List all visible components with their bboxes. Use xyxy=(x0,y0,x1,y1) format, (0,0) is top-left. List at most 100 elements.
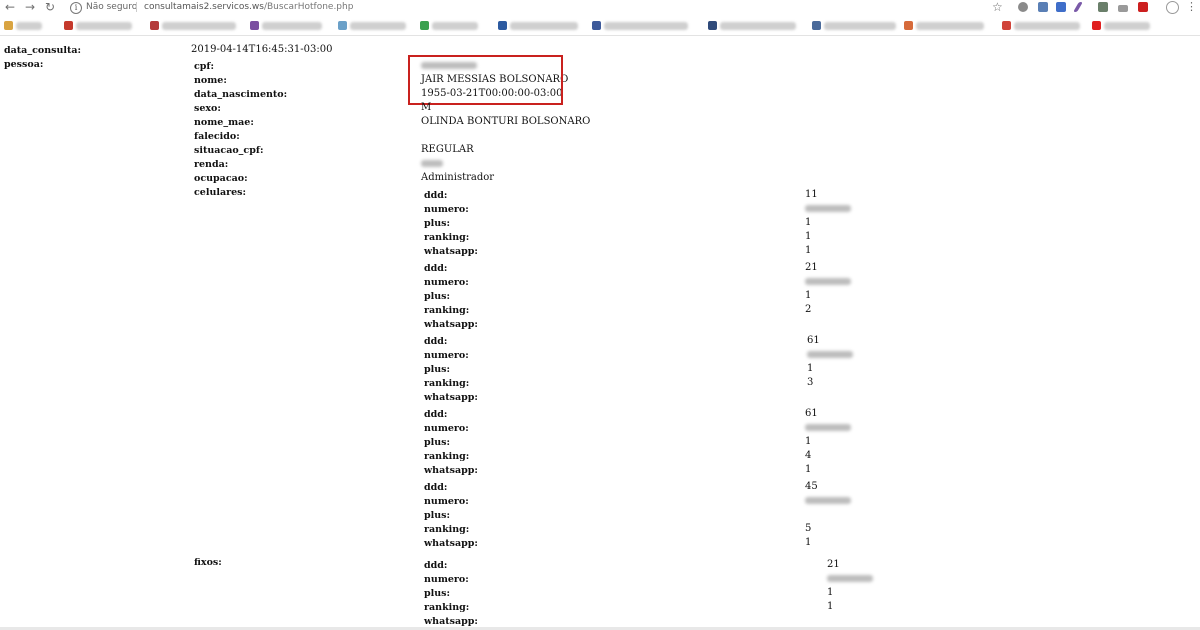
key-renda: renda: xyxy=(194,159,229,170)
page-content: data_consulta: 2019-04-14T16:45:31-03:00… xyxy=(0,36,1200,630)
browser-toolbar: ← → ↻ i Não seguro consultamais2.servico… xyxy=(0,0,1200,16)
bookmark-favicon-icon xyxy=(250,21,259,30)
key-nome-mae: nome_mae: xyxy=(194,117,254,128)
bookmark-item[interactable] xyxy=(338,21,408,31)
bookmark-item[interactable] xyxy=(1002,21,1082,31)
star-icon[interactable]: ☆ xyxy=(992,0,1003,14)
url-host: consultamais2.servicos.ws xyxy=(144,2,264,12)
bookmark-item[interactable] xyxy=(420,21,480,31)
back-arrow-icon[interactable]: ← xyxy=(2,0,18,14)
celulares-plus-label: plus: xyxy=(424,291,451,302)
bookmark-label-blurred xyxy=(262,22,322,30)
security-label[interactable]: Não seguro xyxy=(86,1,137,13)
celulares-ranking-value: 1 xyxy=(805,231,812,242)
celulares-numero-label: numero: xyxy=(424,496,469,507)
celulares-numero-redacted xyxy=(805,497,851,504)
bookmark-item[interactable] xyxy=(904,21,986,31)
bookmark-item[interactable] xyxy=(498,21,580,31)
menu-icon[interactable]: ⋮ xyxy=(1186,0,1197,14)
celulares-ddd-value: 45 xyxy=(805,481,818,492)
extension-photo-icon[interactable] xyxy=(1098,2,1108,12)
celulares-numero-label: numero: xyxy=(424,350,469,361)
celulares-ranking-label: ranking: xyxy=(424,232,470,243)
bookmark-label-blurred xyxy=(1104,22,1150,30)
fixos-plus-label: plus: xyxy=(424,588,451,599)
forward-arrow-icon[interactable]: → xyxy=(22,0,38,14)
celulares-whatsapp-value: 1 xyxy=(805,537,812,548)
value-ocupacao: Administrador xyxy=(421,172,495,183)
extension-signal-icon[interactable] xyxy=(1118,5,1128,12)
bookmark-item[interactable] xyxy=(64,21,134,31)
fixos-numero-label: numero: xyxy=(424,574,469,585)
bookmark-item[interactable] xyxy=(812,21,898,31)
extension-translate-icon[interactable] xyxy=(1056,2,1066,12)
bookmark-favicon-icon xyxy=(1092,21,1101,30)
celulares-whatsapp-label: whatsapp: xyxy=(424,465,478,476)
celulares-whatsapp-value: 1 xyxy=(805,245,812,256)
celulares-ranking-label: ranking: xyxy=(424,378,470,389)
value-situacao-cpf: REGULAR xyxy=(421,144,474,155)
fixos-ddd-label: ddd: xyxy=(424,560,448,571)
celulares-whatsapp-value: 1 xyxy=(805,464,812,475)
celulares-ddd-label: ddd: xyxy=(424,336,448,347)
key-sexo: sexo: xyxy=(194,103,221,114)
reload-icon[interactable]: ↻ xyxy=(42,0,58,14)
extension-pen-icon[interactable] xyxy=(1073,2,1083,12)
celulares-ranking-label: ranking: xyxy=(424,451,470,462)
bookmark-favicon-icon xyxy=(592,21,601,30)
celulares-plus-label: plus: xyxy=(424,364,451,375)
bookmark-item[interactable] xyxy=(708,21,798,31)
celulares-numero-redacted xyxy=(805,424,851,431)
bookmark-label-blurred xyxy=(510,22,578,30)
omnibox-separator xyxy=(136,2,137,12)
extension-youtube-icon[interactable] xyxy=(1138,2,1148,12)
fixos-ranking-label: ranking: xyxy=(424,602,470,613)
celulares-ddd-value: 61 xyxy=(807,335,820,346)
bookmark-favicon-icon xyxy=(904,21,913,30)
bookmark-favicon-icon xyxy=(498,21,507,30)
key-fixos: fixos: xyxy=(194,557,222,568)
celulares-numero-redacted xyxy=(805,205,851,212)
celulares-whatsapp-label: whatsapp: xyxy=(424,538,478,549)
celulares-plus-value: 1 xyxy=(805,217,812,228)
profile-avatar-icon[interactable] xyxy=(1166,1,1179,14)
celulares-ddd-value: 11 xyxy=(805,189,818,200)
bookmark-item[interactable] xyxy=(4,21,44,31)
celulares-ranking-value: 4 xyxy=(805,450,812,461)
celulares-ddd-label: ddd: xyxy=(424,190,448,201)
extension-image-icon[interactable] xyxy=(1038,2,1048,12)
value-sexo: M xyxy=(421,102,432,113)
bookmark-label-blurred xyxy=(432,22,478,30)
bookmark-item[interactable] xyxy=(150,21,240,31)
key-data-consulta: data_consulta: xyxy=(4,45,82,56)
bookmark-favicon-icon xyxy=(4,21,13,30)
bookmark-item[interactable] xyxy=(250,21,324,31)
info-icon[interactable]: i xyxy=(70,2,82,14)
celulares-plus-value: 1 xyxy=(807,363,814,374)
key-celulares: celulares: xyxy=(194,187,247,198)
highlight-box xyxy=(408,55,563,105)
celulares-ranking-label: ranking: xyxy=(424,524,470,535)
bookmark-favicon-icon xyxy=(338,21,347,30)
celulares-numero-label: numero: xyxy=(424,277,469,288)
celulares-ddd-value: 21 xyxy=(805,262,818,273)
celulares-plus-value: 1 xyxy=(805,436,812,447)
key-situacao-cpf: situacao_cpf: xyxy=(194,145,264,156)
bookmark-item[interactable] xyxy=(592,21,692,31)
extension-cloud-icon[interactable] xyxy=(1018,2,1028,12)
address-bar[interactable]: consultamais2.servicos.ws/BuscarHotfone.… xyxy=(144,1,353,13)
celulares-ddd-label: ddd: xyxy=(424,409,448,420)
browser-chrome: ← → ↻ i Não seguro consultamais2.servico… xyxy=(0,0,1200,36)
fixos-ranking-value: 1 xyxy=(827,601,834,612)
bookmark-favicon-icon xyxy=(420,21,429,30)
celulares-ddd-label: ddd: xyxy=(424,482,448,493)
fixos-numero-redacted xyxy=(827,575,873,582)
bookmark-label-blurred xyxy=(720,22,796,30)
key-nome: nome: xyxy=(194,75,227,86)
bookmark-label-blurred xyxy=(162,22,236,30)
value-renda-redacted xyxy=(421,160,443,167)
bookmark-label-blurred xyxy=(1014,22,1080,30)
celulares-numero-redacted xyxy=(805,278,851,285)
bookmark-item[interactable] xyxy=(1092,21,1152,31)
bookmark-favicon-icon xyxy=(1002,21,1011,30)
